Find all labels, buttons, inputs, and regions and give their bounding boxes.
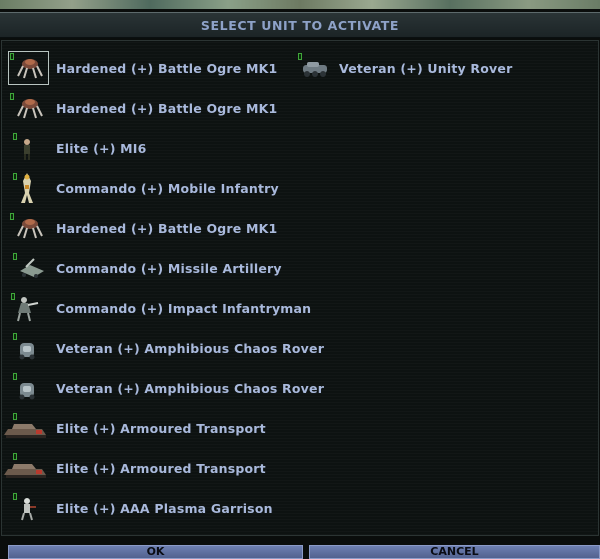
unit-row[interactable]: Hardened (+) Battle Ogre MK1 bbox=[2, 91, 277, 125]
unit-label: Veteran (+) Amphibious Chaos Rover bbox=[56, 340, 325, 356]
dialog-title-bar: SELECT UNIT TO ACTIVATE bbox=[0, 12, 600, 38]
missile-artillery-icon bbox=[2, 251, 50, 285]
mi6-agent-icon bbox=[2, 131, 50, 165]
unit-row[interactable]: Veteran (+) Amphibious Chaos Rover bbox=[2, 371, 324, 405]
dialog-title: SELECT UNIT TO ACTIVATE bbox=[200, 18, 400, 33]
unit-label: Veteran (+) Unity Rover bbox=[339, 60, 513, 76]
unit-label: Commando (+) Impact Infantryman bbox=[56, 300, 312, 316]
unit-row[interactable]: Elite (+) Armoured Transport bbox=[2, 411, 266, 445]
unit-list: Hardened (+) Battle Ogre MK1 Veteran (+)… bbox=[1, 40, 599, 536]
unit-label: Veteran (+) Amphibious Chaos Rover bbox=[56, 380, 325, 396]
unit-row[interactable]: Hardened (+) Battle Ogre MK1 bbox=[2, 211, 277, 245]
unit-row[interactable]: Commando (+) Missile Artillery bbox=[2, 251, 282, 285]
cancel-button[interactable]: CANCEL bbox=[309, 545, 600, 559]
unit-row[interactable]: Veteran (+) Amphibious Chaos Rover bbox=[2, 331, 324, 365]
mobile-infantry-icon bbox=[2, 171, 50, 205]
ok-button[interactable]: OK bbox=[8, 545, 303, 559]
armoured-transport-icon bbox=[2, 411, 50, 445]
chaos-rover-icon bbox=[2, 331, 50, 365]
plasma-garrison-icon bbox=[2, 491, 50, 525]
unit-row[interactable]: Elite (+) MI6 bbox=[2, 131, 147, 165]
unit-label: Elite (+) AAA Plasma Garrison bbox=[56, 500, 273, 516]
unit-row[interactable]: Elite (+) Armoured Transport bbox=[2, 451, 266, 485]
armoured-transport-icon bbox=[2, 451, 50, 485]
battle-ogre-icon bbox=[2, 91, 50, 125]
unit-label: Hardened (+) Battle Ogre MK1 bbox=[56, 220, 278, 236]
unit-row[interactable]: Veteran (+) Unity Rover bbox=[285, 51, 512, 85]
map-background-strip bbox=[0, 0, 600, 9]
unit-label: Commando (+) Mobile Infantry bbox=[56, 180, 279, 196]
unit-rover-icon bbox=[285, 51, 333, 85]
unit-label: Elite (+) Armoured Transport bbox=[56, 420, 266, 436]
impact-infantryman-icon bbox=[2, 291, 50, 325]
unit-row[interactable]: Elite (+) AAA Plasma Garrison bbox=[2, 491, 273, 525]
chaos-rover-icon bbox=[2, 371, 50, 405]
unit-row[interactable]: Hardened (+) Battle Ogre MK1 bbox=[2, 51, 277, 85]
unit-label: Hardened (+) Battle Ogre MK1 bbox=[56, 60, 278, 76]
unit-row[interactable]: Commando (+) Impact Infantryman bbox=[2, 291, 311, 325]
unit-label: Hardened (+) Battle Ogre MK1 bbox=[56, 100, 278, 116]
unit-label: Elite (+) MI6 bbox=[56, 140, 147, 156]
unit-label: Elite (+) Armoured Transport bbox=[56, 460, 266, 476]
battle-ogre-icon bbox=[2, 51, 50, 85]
unit-row[interactable]: Commando (+) Mobile Infantry bbox=[2, 171, 279, 205]
unit-label: Commando (+) Missile Artillery bbox=[56, 260, 282, 276]
battle-ogre-icon bbox=[2, 211, 50, 245]
